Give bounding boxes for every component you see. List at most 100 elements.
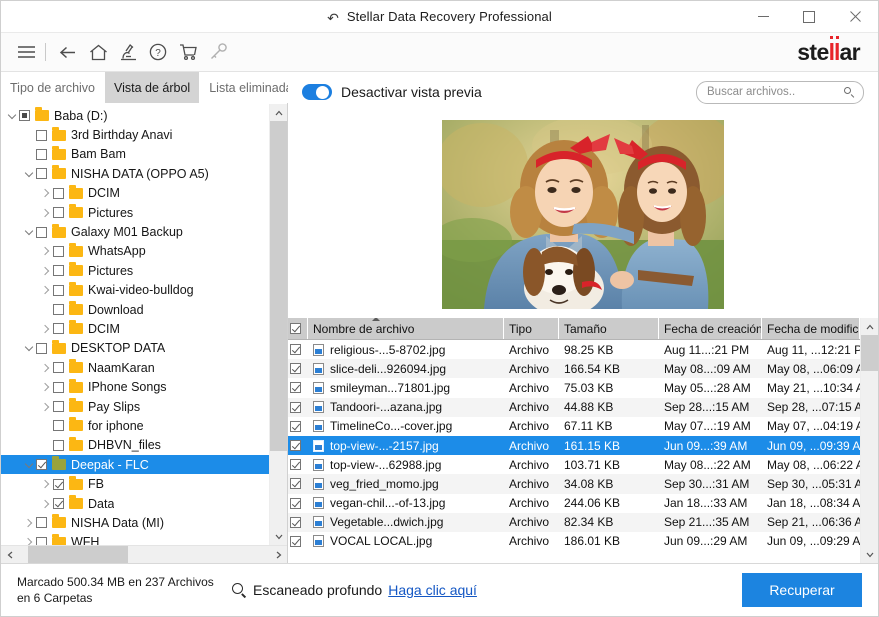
tree-item[interactable]: DCIM	[1, 319, 269, 338]
column-header-name[interactable]: Nombre de archivo	[308, 318, 504, 339]
row-checkbox-cell[interactable]	[288, 363, 308, 374]
tree-item[interactable]: Galaxy M01 Backup	[1, 222, 269, 241]
search-icon[interactable]	[844, 87, 855, 98]
tree-item-checkbox[interactable]	[36, 149, 47, 160]
tree-item-checkbox[interactable]	[53, 246, 64, 257]
tree-item-checkbox[interactable]	[53, 304, 64, 315]
tree-item[interactable]: for iphone	[1, 416, 269, 435]
tree-item[interactable]: DCIM	[1, 184, 269, 203]
tree-item[interactable]: 3rd Birthday Anavi	[1, 125, 269, 144]
row-checkbox[interactable]	[290, 498, 301, 509]
row-checkbox[interactable]	[290, 421, 301, 432]
tree-item-checkbox[interactable]	[53, 323, 64, 334]
tree-horizontal-scrollbar[interactable]	[1, 545, 287, 563]
chevron-down-icon[interactable]	[22, 228, 36, 236]
tree-item[interactable]: Pay Slips	[1, 397, 269, 416]
tree-item-checkbox[interactable]	[19, 110, 30, 121]
tree-item[interactable]: Data	[1, 494, 269, 513]
chevron-right-icon[interactable]	[22, 539, 36, 545]
tree-item[interactable]: DESKTOP DATA	[1, 339, 269, 358]
row-checkbox-cell[interactable]	[288, 536, 308, 547]
tree-hscroll-thumb[interactable]	[28, 546, 128, 563]
chevron-right-icon[interactable]	[39, 287, 53, 293]
search-input[interactable]	[705, 85, 844, 99]
row-checkbox[interactable]	[290, 344, 301, 355]
table-row[interactable]: top-view-...-2157.jpgArchivo161.15 KBJun…	[288, 436, 860, 455]
tree-hscroll-track[interactable]	[18, 546, 270, 563]
tree-item[interactable]: FB	[1, 474, 269, 493]
file-scroll-up-icon[interactable]	[861, 318, 878, 335]
table-row[interactable]: VOCAL LOCAL.jpgArchivo186.01 KBJun 09...…	[288, 532, 860, 551]
table-row[interactable]: TimelineCo...-cover.jpgArchivo67.11 KBMa…	[288, 417, 860, 436]
tree-scroll-thumb[interactable]	[270, 121, 287, 451]
scroll-right-icon[interactable]	[270, 546, 287, 563]
folder-tree[interactable]: Baba (D:)3rd Birthday AnaviBam BamNISHA …	[1, 104, 269, 545]
tree-vertical-scrollbar[interactable]	[269, 104, 287, 545]
row-checkbox-cell[interactable]	[288, 344, 308, 355]
tree-item[interactable]: NaamKaran	[1, 358, 269, 377]
tree-item-checkbox[interactable]	[53, 420, 64, 431]
row-checkbox-cell[interactable]	[288, 402, 308, 413]
row-checkbox[interactable]	[290, 363, 301, 374]
column-header-size[interactable]: Tamaño	[559, 318, 659, 339]
table-row[interactable]: vegan-chil...-of-13.jpgArchivo244.06 KBJ…	[288, 494, 860, 513]
row-checkbox[interactable]	[290, 536, 301, 547]
chevron-right-icon[interactable]	[39, 190, 53, 196]
tree-item[interactable]: Kwai-video-bulldog	[1, 281, 269, 300]
table-row[interactable]: slice-deli...926094.jpgArchivo166.54 KBM…	[288, 359, 860, 378]
tree-item-checkbox[interactable]	[53, 479, 64, 490]
chevron-right-icon[interactable]	[39, 404, 53, 410]
row-checkbox-cell[interactable]	[288, 421, 308, 432]
column-header-type[interactable]: Tipo	[504, 318, 559, 339]
tree-item-checkbox[interactable]	[53, 498, 64, 509]
tree-item[interactable]: WhatsApp	[1, 242, 269, 261]
tree-item-checkbox[interactable]	[53, 440, 64, 451]
tree-item[interactable]: NISHA DATA (OPPO A5)	[1, 164, 269, 183]
chevron-down-icon[interactable]	[22, 170, 36, 178]
table-row[interactable]: top-view-...62988.jpgArchivo103.71 KBMay…	[288, 455, 860, 474]
tree-item-checkbox[interactable]	[53, 382, 64, 393]
maximize-button[interactable]	[786, 1, 832, 32]
file-scroll-track[interactable]	[861, 335, 878, 546]
tree-item[interactable]: IPhone Songs	[1, 377, 269, 396]
chevron-right-icon[interactable]	[39, 268, 53, 274]
table-row[interactable]: Vegetable...dwich.jpgArchivo82.34 KBSep …	[288, 513, 860, 532]
tree-item-checkbox[interactable]	[36, 227, 47, 238]
back-icon[interactable]	[53, 37, 83, 67]
tree-item-checkbox[interactable]	[53, 362, 64, 373]
table-row[interactable]: smileyman...71801.jpgArchivo75.03 KBMay …	[288, 378, 860, 397]
minimize-button[interactable]	[740, 1, 786, 32]
chevron-down-icon[interactable]	[22, 344, 36, 352]
chevron-right-icon[interactable]	[39, 384, 53, 390]
row-checkbox[interactable]	[290, 402, 301, 413]
row-checkbox[interactable]	[290, 478, 301, 489]
tree-item-checkbox[interactable]	[36, 168, 47, 179]
select-all-header[interactable]	[288, 318, 308, 339]
row-checkbox[interactable]	[290, 382, 301, 393]
help-icon[interactable]: ?	[143, 37, 173, 67]
file-scroll-down-icon[interactable]	[861, 546, 878, 563]
home-icon[interactable]	[83, 37, 113, 67]
row-checkbox[interactable]	[290, 459, 301, 470]
row-checkbox-cell[interactable]	[288, 498, 308, 509]
chevron-right-icon[interactable]	[39, 501, 53, 507]
tree-item-checkbox[interactable]	[53, 401, 64, 412]
search-box[interactable]	[696, 81, 864, 104]
chevron-right-icon[interactable]	[39, 326, 53, 332]
tree-item[interactable]: WFH	[1, 533, 269, 545]
row-checkbox[interactable]	[290, 517, 301, 528]
key-icon[interactable]	[203, 37, 233, 67]
chevron-down-icon[interactable]	[5, 112, 19, 120]
menu-icon[interactable]	[11, 37, 41, 67]
tree-item[interactable]: Baba (D:)	[1, 106, 269, 125]
chevron-right-icon[interactable]	[39, 248, 53, 254]
select-all-checkbox[interactable]	[290, 323, 301, 334]
table-row[interactable]: veg_fried_momo.jpgArchivo34.08 KBSep 30.…	[288, 474, 860, 493]
chevron-down-icon[interactable]	[22, 461, 36, 469]
tree-item[interactable]: Download	[1, 300, 269, 319]
tree-item-checkbox[interactable]	[53, 265, 64, 276]
cart-icon[interactable]	[173, 37, 203, 67]
recover-button[interactable]: Recuperar	[742, 573, 862, 607]
column-header-modified[interactable]: Fecha de modificación	[762, 318, 860, 339]
chevron-right-icon[interactable]	[39, 210, 53, 216]
